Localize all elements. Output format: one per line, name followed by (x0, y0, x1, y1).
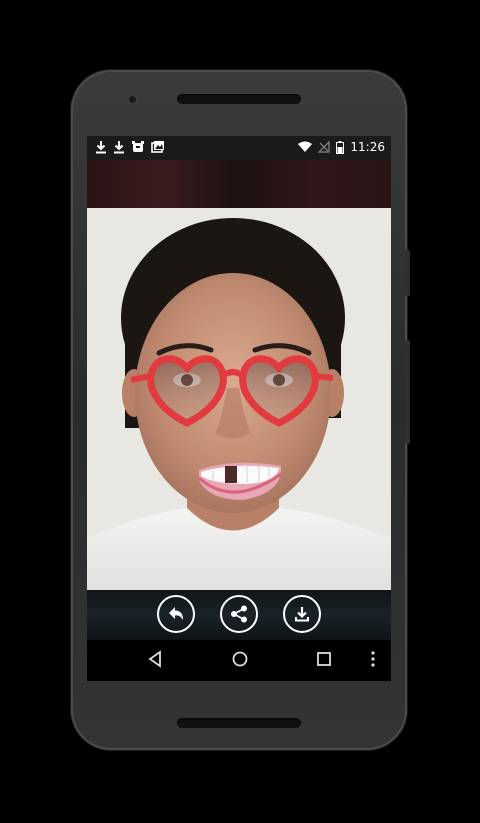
screen: 11:26 (87, 136, 391, 681)
edited-photo[interactable] (87, 208, 391, 590)
status-bar: 11:26 (87, 136, 391, 160)
save-button[interactable] (283, 595, 321, 633)
download-icon (96, 141, 106, 154)
alarm-icon (132, 141, 144, 152)
action-bar (87, 590, 391, 640)
front-camera (129, 96, 136, 103)
back-nav-button[interactable] (147, 650, 163, 672)
face-photo (87, 208, 391, 590)
home-icon (232, 651, 248, 667)
photo-icon (151, 141, 164, 153)
app-header-band (87, 160, 391, 208)
bottom-speaker (177, 718, 301, 728)
phone-frame: 11:26 (71, 70, 410, 750)
earpiece-speaker (177, 94, 301, 104)
undo-button[interactable] (157, 595, 195, 633)
back-icon (148, 650, 161, 668)
share-icon (231, 605, 247, 623)
more-icon (371, 651, 375, 667)
wifi-icon (298, 141, 313, 152)
recents-nav-button[interactable] (316, 650, 332, 672)
system-nav-bar (87, 640, 391, 681)
home-nav-button[interactable] (231, 650, 249, 672)
power-button (405, 340, 410, 444)
download-icon (295, 607, 309, 622)
more-options-button[interactable] (370, 650, 376, 672)
battery-icon (336, 140, 345, 154)
recents-icon (317, 652, 331, 666)
no-signal-icon (318, 141, 331, 153)
status-time: 11:26 (350, 140, 385, 154)
undo-arrow-icon (169, 607, 183, 620)
share-button[interactable] (220, 595, 258, 633)
download-icon (114, 141, 124, 154)
volume-button (405, 250, 410, 296)
